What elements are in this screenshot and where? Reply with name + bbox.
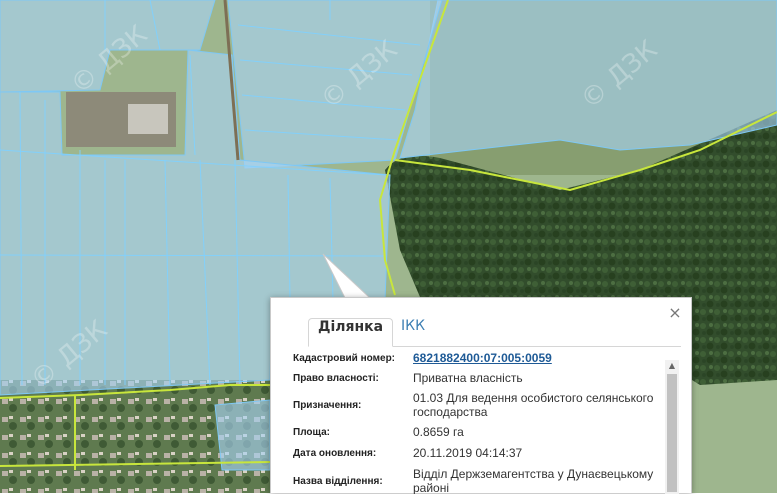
area-value: 0.8659 га xyxy=(413,425,464,439)
cadastral-number-link[interactable]: 6821882400:07:005:0059 xyxy=(413,351,552,365)
update-date-value: 20.11.2019 04:14:37 xyxy=(413,446,523,460)
table-row: Кадастровий номер: 6821882400:07:005:005… xyxy=(283,348,661,368)
parcel-attributes-table: Кадастровий номер: 6821882400:07:005:005… xyxy=(283,348,661,494)
table-row: Назва відділення: Відділ Держземагентств… xyxy=(283,464,661,494)
update-date-label: Дата оновлення: xyxy=(293,447,377,459)
parcel-details: Кадастровий номер: 6821882400:07:005:005… xyxy=(283,348,681,494)
ownership-value: Приватна власність xyxy=(413,371,523,385)
purpose-label: Призначення: xyxy=(293,399,362,411)
farm-building xyxy=(128,104,168,134)
department-label: Назва відділення: xyxy=(293,475,383,487)
department-value: Відділ Держземагентства у Дунаєвецькому … xyxy=(413,467,654,494)
scroll-thumb[interactable] xyxy=(667,374,677,492)
cadastral-number-label: Кадастровий номер: xyxy=(293,352,396,364)
tab-parcel[interactable]: Ділянка xyxy=(308,318,394,347)
scroll-up-icon[interactable]: ▲ xyxy=(665,360,679,372)
parcel-large-right[interactable] xyxy=(399,0,777,159)
table-row: Право власності: Приватна власність xyxy=(283,368,661,388)
area-label: Площа: xyxy=(293,426,330,438)
parcel-info-popup: × Ділянка ІКК Кадастровий номер: 6821882… xyxy=(270,297,692,494)
popup-scrollbar[interactable]: ▲ xyxy=(665,360,679,494)
table-row: Призначення: 01.03 Для ведення особистог… xyxy=(283,388,661,422)
table-row: Площа: 0.8659 га xyxy=(283,422,661,442)
tab-ikk[interactable]: ІКК xyxy=(392,318,434,345)
parcel-small-village[interactable] xyxy=(214,399,271,471)
table-row: Дата оновлення: 20.11.2019 04:14:37 xyxy=(283,442,661,464)
ownership-label: Право власності: xyxy=(293,372,379,384)
purpose-value: 01.03 Для ведення особистого селянського… xyxy=(413,391,654,419)
popup-tabs: Ділянка ІКК xyxy=(308,318,681,347)
